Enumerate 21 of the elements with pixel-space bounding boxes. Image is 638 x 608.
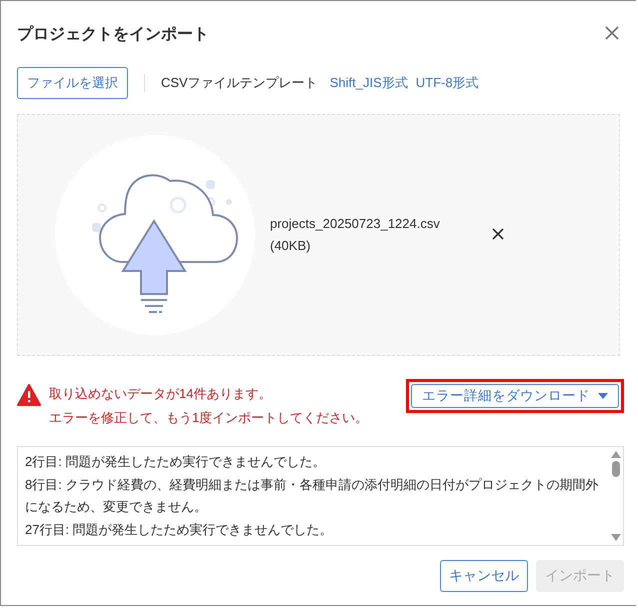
warning-icon — [17, 384, 41, 406]
template-label: CSVファイルテンプレート — [161, 74, 318, 92]
remove-file-icon[interactable] — [492, 228, 504, 242]
drop-area[interactable]: projects_20250723_1224.csv (40KB) — [17, 114, 620, 356]
caret-icon — [598, 393, 608, 399]
error-list-item: 27行目: 問題が発生したため実行できませんでした。 — [25, 520, 334, 538]
error-message: 取り込めないデータが14件あります。 — [49, 385, 272, 403]
error-list-item: 8行目: クラウド経費の、経費明細または事前・各種申請の添付明細の日付がプロジェクトの期間外になるため、変更できません。 — [25, 476, 600, 516]
cancel-button[interactable]: キャンセル — [440, 560, 528, 592]
scroll-up-icon[interactable] — [611, 451, 621, 458]
error-message: エラーを修正して、もう1度インポートしてください。 — [49, 409, 370, 427]
template-link[interactable]: Shift_JIS形式 — [330, 75, 408, 90]
scrollbar-thumb[interactable] — [612, 461, 620, 477]
dialog-title: プロジェクトをインポート — [17, 24, 209, 44]
file-name: projects_20250723_1224.csv — [270, 215, 440, 233]
download-errors-button[interactable]: エラー詳細をダウンロード — [411, 384, 619, 408]
select-file-button[interactable]: ファイルを選択 — [17, 67, 128, 99]
scroll-down-icon[interactable] — [611, 534, 621, 541]
file-size: (40KB) — [270, 237, 312, 255]
template-link[interactable]: UTF-8形式 — [416, 75, 479, 90]
error-list-item: 2行目: 問題が発生したため実行できませんでした。 — [25, 453, 326, 471]
